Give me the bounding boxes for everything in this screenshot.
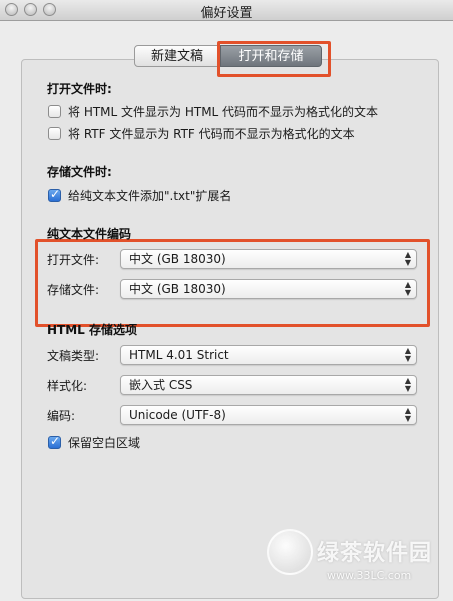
save-files-heading: 存储文件时:	[47, 165, 112, 179]
styling-row: 样式化: 嵌入式 CSS ▲ ▼	[47, 375, 417, 395]
watermark-url: www.33LC.com	[327, 569, 412, 582]
html-encoding-value: Unicode (UTF-8)	[129, 408, 226, 422]
html-encoding-row: 编码: Unicode (UTF-8) ▲ ▼	[47, 405, 417, 425]
html-save-options-heading: HTML 存储选项	[47, 323, 137, 337]
open-encoding-value: 中文 (GB 18030)	[129, 252, 226, 266]
popup-arrows-icon: ▲ ▼	[404, 406, 411, 423]
save-encoding-label: 存储文件:	[47, 282, 100, 297]
add-txt-extension-checkbox[interactable]	[48, 187, 61, 202]
show-rtf-as-code-checkbox[interactable]	[48, 127, 61, 140]
title-bar: 偏好设置	[0, 0, 453, 21]
add-txt-extension-option[interactable]: 给纯文本文件添加".txt"扩展名	[48, 187, 231, 204]
highlight-annotation-tab	[217, 41, 331, 77]
leaf-logo-icon	[267, 529, 313, 575]
html-encoding-select[interactable]: Unicode (UTF-8) ▲ ▼	[120, 405, 417, 425]
doc-type-label: 文稿类型:	[47, 348, 100, 363]
styling-label: 样式化:	[47, 378, 88, 393]
open-encoding-select[interactable]: 中文 (GB 18030) ▲ ▼	[120, 249, 417, 269]
html-encoding-label: 编码:	[47, 408, 76, 423]
tab-new-document[interactable]: 新建文稿	[134, 45, 220, 67]
plain-text-encoding-heading: 纯文本文件编码	[47, 227, 132, 241]
save-encoding-select[interactable]: 中文 (GB 18030) ▲ ▼	[120, 279, 417, 299]
popup-arrows-icon: ▲ ▼	[404, 346, 411, 363]
show-html-as-code-checkbox[interactable]	[48, 105, 61, 118]
popup-arrows-icon: ▲ ▼	[404, 376, 411, 393]
show-html-as-code-label: 将 HTML 文件显示为 HTML 代码而不显示为格式化的文本	[68, 105, 379, 119]
add-txt-extension-label: 给纯文本文件添加".txt"扩展名	[68, 189, 232, 203]
preserve-whitespace-option[interactable]: 保留空白区域	[48, 434, 140, 451]
styling-value: 嵌入式 CSS	[129, 378, 193, 392]
save-encoding-row: 存储文件: 中文 (GB 18030) ▲ ▼	[47, 279, 417, 299]
doc-type-select[interactable]: HTML 4.01 Strict ▲ ▼	[120, 345, 417, 365]
site-watermark: 绿茶软件园 www.33LC.com	[267, 525, 447, 595]
doc-type-value: HTML 4.01 Strict	[129, 348, 229, 362]
popup-arrows-icon: ▲ ▼	[404, 280, 411, 297]
show-rtf-as-code-label: 将 RTF 文件显示为 RTF 代码而不显示为格式化的文本	[68, 127, 355, 141]
watermark-text: 绿茶软件园	[317, 541, 433, 566]
open-files-heading: 打开文件时:	[47, 82, 112, 96]
doc-type-row: 文稿类型: HTML 4.01 Strict ▲ ▼	[47, 345, 417, 365]
styling-select[interactable]: 嵌入式 CSS ▲ ▼	[120, 375, 417, 395]
preferences-window: 新建文稿 打开和存储 打开文件时: 将 HTML 文件显示为 HTML 代码而不…	[0, 21, 453, 601]
save-encoding-value: 中文 (GB 18030)	[129, 282, 226, 296]
open-encoding-row: 打开文件: 中文 (GB 18030) ▲ ▼	[47, 249, 417, 269]
show-rtf-as-code-option[interactable]: 将 RTF 文件显示为 RTF 代码而不显示为格式化的文本	[48, 125, 355, 142]
show-html-as-code-option[interactable]: 将 HTML 文件显示为 HTML 代码而不显示为格式化的文本	[48, 103, 378, 120]
open-encoding-label: 打开文件:	[47, 252, 100, 267]
preserve-whitespace-checkbox[interactable]	[48, 434, 61, 449]
window-title: 偏好设置	[200, 6, 253, 21]
popup-arrows-icon: ▲ ▼	[404, 250, 411, 267]
preserve-whitespace-label: 保留空白区域	[68, 436, 141, 450]
